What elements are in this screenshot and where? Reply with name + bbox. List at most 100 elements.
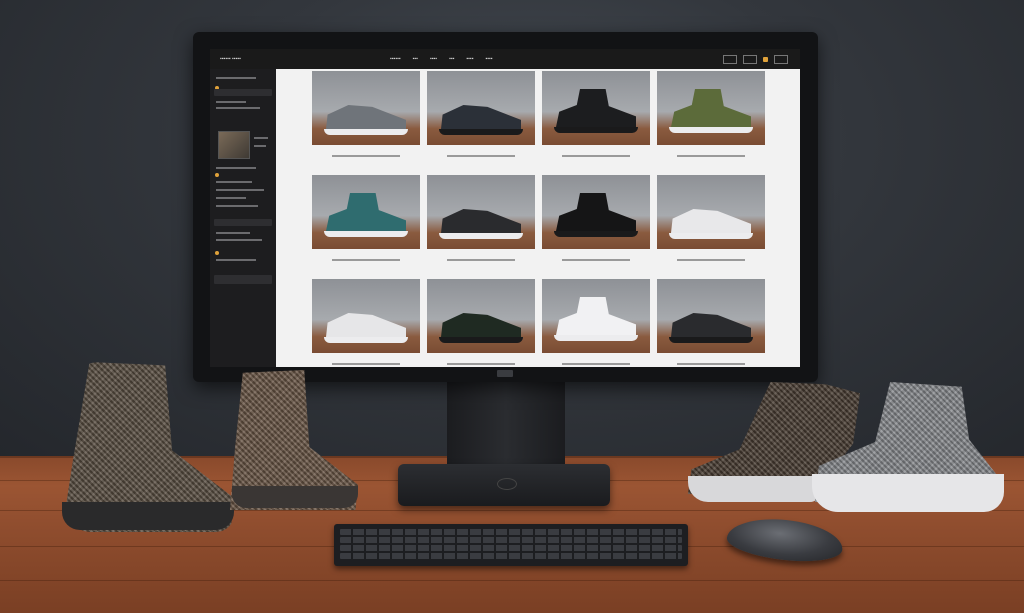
product-photo[interactable] <box>312 71 420 145</box>
sidebar-text <box>216 167 256 169</box>
nav-item[interactable]: ▪▪▪▪ <box>466 56 473 62</box>
product-photo[interactable] <box>542 71 650 145</box>
menu-icon[interactable] <box>774 54 788 64</box>
sidebar-thumbnail[interactable] <box>218 131 250 159</box>
product-card[interactable] <box>542 279 650 367</box>
site-logo[interactable]: ▪▪▪▪▪▪ ▪▪▪▪▪ <box>220 56 260 62</box>
key-row <box>340 529 682 535</box>
sidebar-text <box>254 137 268 139</box>
shoe-icon <box>671 89 751 127</box>
product-card[interactable] <box>427 279 535 367</box>
sidebar-text <box>216 232 250 234</box>
sidebar-text <box>216 197 246 199</box>
shoe-sole <box>669 337 753 343</box>
shoe-icon <box>326 313 406 337</box>
sidebar-item[interactable] <box>214 275 272 284</box>
shoe-icon <box>556 89 636 127</box>
filter-icon <box>215 251 219 255</box>
product-caption <box>562 259 630 261</box>
shoe-sole <box>554 127 638 133</box>
product-card[interactable] <box>312 175 420 269</box>
product-card[interactable] <box>427 71 535 165</box>
product-photo[interactable] <box>657 175 765 249</box>
product-caption <box>447 155 515 157</box>
product-photo[interactable] <box>657 71 765 145</box>
product-caption <box>332 155 400 157</box>
key-row <box>340 545 682 551</box>
key-row <box>340 553 682 559</box>
site-header: ▪▪▪▪▪▪ ▪▪▪▪▪ ▪▪▪▪▪▪ ▪▪▪ ▪▪▪▪ ▪▪▪ ▪▪▪▪ ▪▪… <box>210 49 800 69</box>
product-photo[interactable] <box>542 175 650 249</box>
product-grid <box>312 71 765 365</box>
grey-knit-sneaker-sole <box>812 474 1004 512</box>
product-photo[interactable] <box>427 279 535 353</box>
sidebar-text <box>216 181 252 183</box>
shoe-sole <box>324 337 408 343</box>
product-card[interactable] <box>427 175 535 269</box>
key-row <box>340 537 682 543</box>
product-photo[interactable] <box>312 175 420 249</box>
shoe-icon <box>441 313 521 337</box>
shoe-sole <box>439 337 523 343</box>
product-card[interactable] <box>657 279 765 367</box>
shoe-sole <box>439 129 523 135</box>
shoe-sole <box>554 231 638 237</box>
product-caption <box>447 259 515 261</box>
search-icon[interactable] <box>723 54 737 64</box>
shoe-icon <box>326 105 406 129</box>
product-card[interactable] <box>312 71 420 165</box>
knit-boot-mid-sole <box>232 486 358 508</box>
product-caption <box>332 363 400 365</box>
main-nav: ▪▪▪▪▪▪ ▪▪▪ ▪▪▪▪ ▪▪▪ ▪▪▪▪ ▪▪▪▪ <box>390 56 493 62</box>
product-photo[interactable] <box>657 279 765 353</box>
product-card[interactable] <box>657 71 765 165</box>
product-card[interactable] <box>657 175 765 269</box>
shoe-sole <box>324 129 408 135</box>
product-caption <box>677 259 745 261</box>
product-photo[interactable] <box>427 175 535 249</box>
monitor-screen: ▪▪▪▪▪▪ ▪▪▪▪▪ ▪▪▪▪▪▪ ▪▪▪ ▪▪▪▪ ▪▪▪ ▪▪▪▪ ▪▪… <box>210 49 800 367</box>
shoe-icon <box>671 313 751 337</box>
nav-item[interactable]: ▪▪▪▪▪▪ <box>390 56 401 62</box>
shoe-icon <box>326 193 406 231</box>
monitor-neck <box>447 382 565 474</box>
product-caption <box>562 155 630 157</box>
cart-icon[interactable] <box>763 56 768 62</box>
shoe-icon <box>441 105 521 129</box>
sidebar-text <box>216 101 246 103</box>
product-card[interactable] <box>312 279 420 367</box>
sidebar-text <box>216 259 256 261</box>
product-caption <box>447 363 515 365</box>
account-icon[interactable] <box>743 54 757 64</box>
sidebar-text <box>216 77 256 79</box>
sidebar-text <box>254 145 266 147</box>
keyboard[interactable] <box>334 524 688 566</box>
shoe-sole <box>554 335 638 341</box>
product-caption <box>332 259 400 261</box>
wood-grain <box>0 580 1024 581</box>
product-caption <box>677 155 745 157</box>
shoe-sole <box>669 233 753 239</box>
knit-sneaker-right-sole <box>688 476 820 502</box>
header-tools <box>723 54 788 64</box>
shoe-sole <box>324 231 408 237</box>
product-photo[interactable] <box>312 279 420 353</box>
monitor-logo-icon <box>497 370 513 377</box>
product-photo[interactable] <box>542 279 650 353</box>
knit-boot-left-sole <box>62 502 234 530</box>
shoe-sole <box>669 127 753 133</box>
shoe-icon <box>556 193 636 231</box>
nav-item[interactable]: ▪▪▪▪ <box>430 56 437 62</box>
nav-item[interactable]: ▪▪▪ <box>413 56 418 62</box>
nav-item[interactable]: ▪▪▪ <box>449 56 454 62</box>
category-icon <box>215 173 219 177</box>
shoe-icon <box>671 209 751 233</box>
stand-logo-icon <box>497 478 517 490</box>
sidebar <box>210 69 276 367</box>
product-card[interactable] <box>542 71 650 165</box>
nav-item[interactable]: ▪▪▪▪ <box>485 56 492 62</box>
sidebar-item[interactable] <box>214 219 272 226</box>
sidebar-item-active[interactable] <box>214 89 272 96</box>
product-photo[interactable] <box>427 71 535 145</box>
product-card[interactable] <box>542 175 650 269</box>
